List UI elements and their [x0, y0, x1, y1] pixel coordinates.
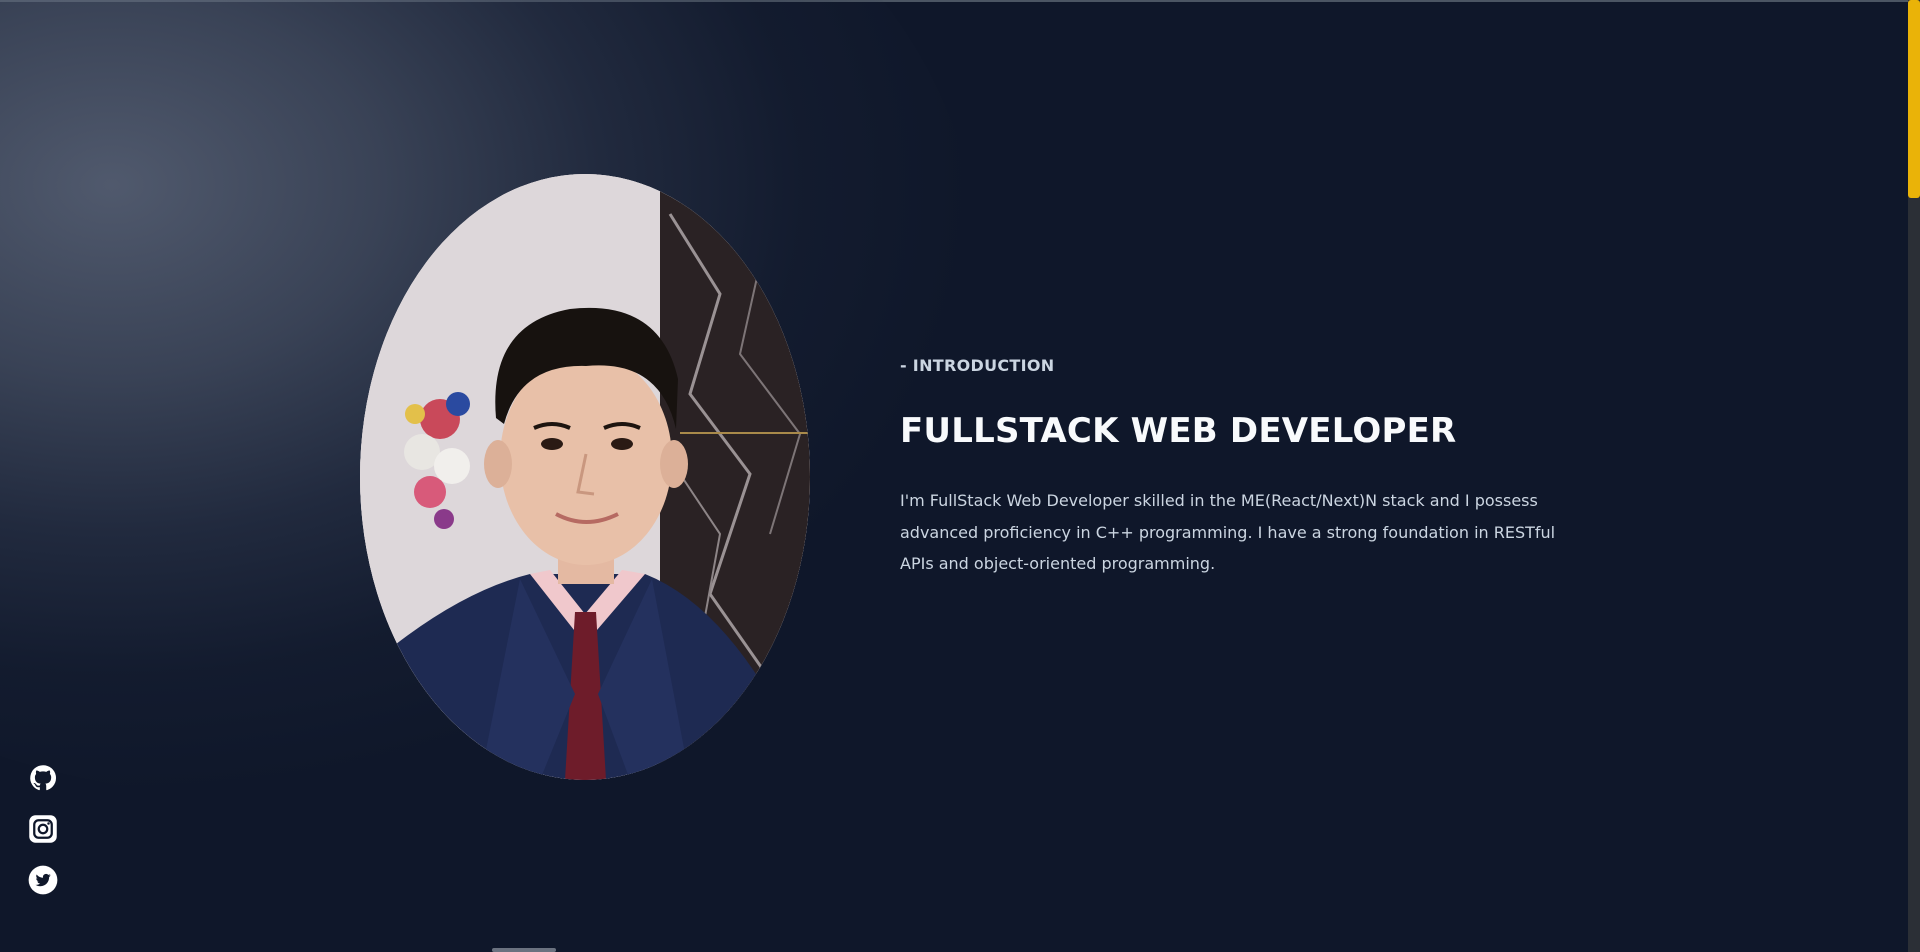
introduction-section: - INTRODUCTION FULLSTACK WEB DEVELOPER I…: [900, 356, 1580, 580]
scroll-indicator: [492, 948, 556, 952]
social-links: [28, 763, 60, 916]
intro-description: I'm FullStack Web Developer skilled in t…: [900, 491, 1556, 573]
section-eyebrow: - INTRODUCTION: [900, 356, 1055, 375]
github-icon: [30, 765, 57, 791]
github-link[interactable]: [28, 763, 58, 793]
instagram-link[interactable]: [28, 814, 58, 844]
twitter-link[interactable]: [28, 865, 58, 895]
profile-photo: [360, 174, 810, 780]
scrollbar-thumb[interactable]: [1908, 0, 1920, 198]
page: - INTRODUCTION FULLSTACK WEB DEVELOPER I…: [0, 0, 1920, 952]
top-border: [0, 0, 1920, 2]
instagram-icon: [29, 815, 57, 843]
twitter-icon: [28, 865, 58, 895]
scrollbar[interactable]: [1908, 0, 1920, 952]
page-title: FULLSTACK WEB DEVELOPER: [900, 411, 1457, 451]
